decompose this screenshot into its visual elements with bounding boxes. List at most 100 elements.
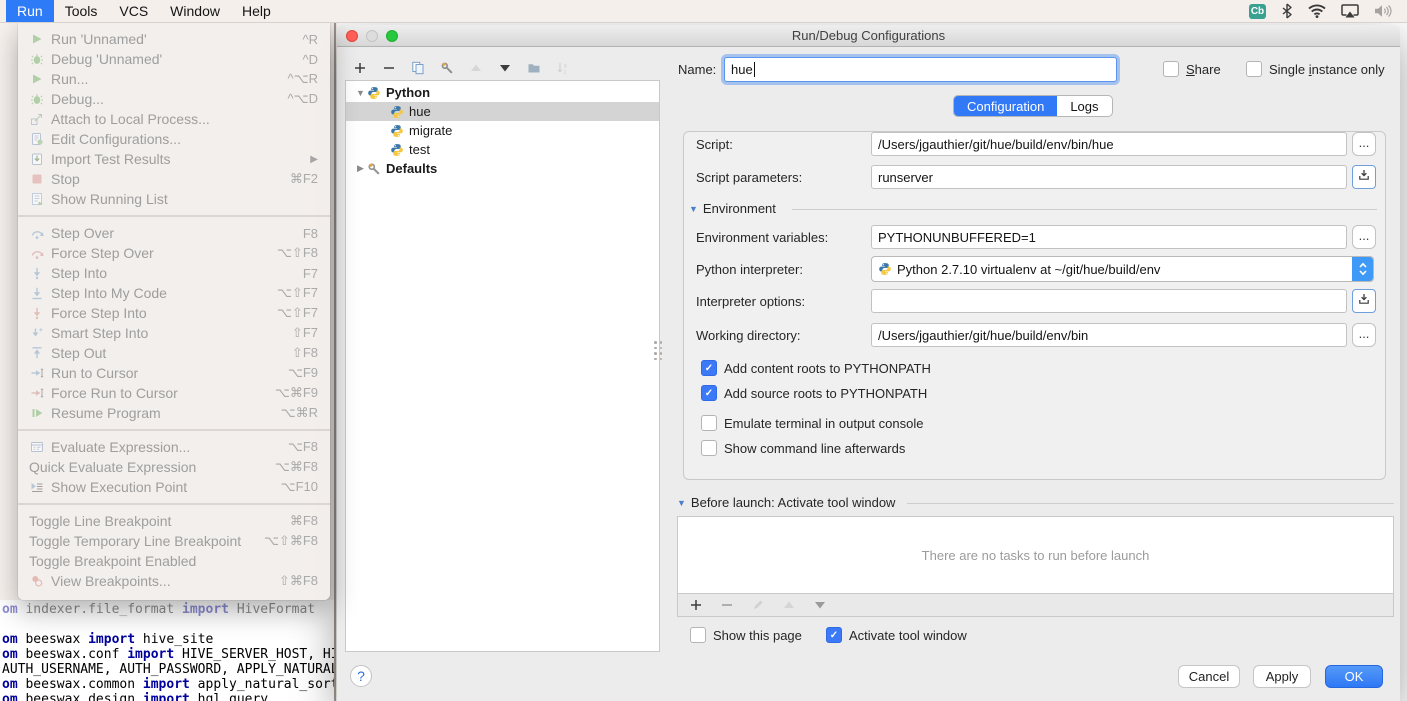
environment-variables-browse-button[interactable]: ... xyxy=(1352,225,1376,249)
collapse-triangle-icon: ▼ xyxy=(677,498,686,508)
menu-item-step-into-my-code[interactable]: Step Into My Code⌥⇧F7 xyxy=(18,283,330,303)
copy-icon[interactable] xyxy=(409,59,427,77)
share-checkbox[interactable] xyxy=(1163,61,1179,77)
volume-icon[interactable] xyxy=(1374,4,1393,18)
menubar-item-run[interactable]: Run xyxy=(6,0,54,22)
menu-item-debug-unnamed[interactable]: Debug 'Unnamed'^D xyxy=(18,49,330,69)
activate-tool-window-row: Activate tool window xyxy=(826,627,967,643)
splitter-handle[interactable] xyxy=(654,341,662,360)
menubar-item-window[interactable]: Window xyxy=(159,0,231,22)
remove-icon[interactable] xyxy=(718,596,736,614)
menu-item-run[interactable]: Run...^⌥R xyxy=(18,69,330,89)
menu-item-step-over[interactable]: Step OverF8 xyxy=(18,223,330,243)
menu-item-force-step-into[interactable]: Force Step Into⌥⇧F7 xyxy=(18,303,330,323)
editor-code[interactable]: om indexer.file_format import HiveFormat… xyxy=(0,600,334,701)
submenu-arrow-icon: ▶ xyxy=(310,154,318,165)
chevron-down-icon[interactable]: ▼ xyxy=(354,88,367,98)
menu-item-step-into[interactable]: Step IntoF7 xyxy=(18,263,330,283)
edit-pencil-icon[interactable] xyxy=(749,596,767,614)
menu-separator xyxy=(18,215,330,217)
menubar-item-help[interactable]: Help xyxy=(231,0,282,22)
close-window-icon[interactable] xyxy=(346,30,358,42)
folder-icon[interactable] xyxy=(525,59,543,77)
script-input[interactable]: /Users/jgauthier/git/hue/build/env/bin/h… xyxy=(871,132,1347,156)
script-parameters-expand-button[interactable] xyxy=(1352,165,1376,189)
add-icon[interactable] xyxy=(351,59,369,77)
cancel-button[interactable]: Cancel xyxy=(1178,665,1240,688)
ok-button[interactable]: OK xyxy=(1325,665,1383,688)
add-source-roots-checkbox[interactable] xyxy=(701,385,717,401)
menu-item-attach-to-local-process[interactable]: Attach to Local Process... xyxy=(18,109,330,129)
airplay-icon[interactable] xyxy=(1341,4,1359,19)
interpreter-options-input[interactable] xyxy=(871,289,1347,313)
environment-section-header[interactable]: ▼ Environment xyxy=(689,201,776,216)
menu-item-debug[interactable]: Debug...^⌥D xyxy=(18,89,330,109)
move-down-icon[interactable] xyxy=(496,59,514,77)
tree-item-python[interactable]: ▼Python xyxy=(346,83,659,102)
sort-alpha-icon[interactable]: az xyxy=(554,59,572,77)
working-directory-browse-button[interactable]: ... xyxy=(1352,323,1376,347)
tab-configuration[interactable]: Configuration xyxy=(954,96,1057,116)
help-button[interactable]: ? xyxy=(350,665,372,687)
dialog-title-bar[interactable]: Run/Debug Configurations xyxy=(337,25,1400,47)
move-up-icon[interactable] xyxy=(467,59,485,77)
menu-item-resume-program[interactable]: Resume Program⌥⌘R xyxy=(18,403,330,423)
menu-item-edit-configurations[interactable]: Edit Configurations... xyxy=(18,129,330,149)
section-divider xyxy=(907,503,1394,504)
menubar-item-vcs[interactable]: VCS xyxy=(108,0,159,22)
tree-item-test[interactable]: test xyxy=(346,140,659,159)
dropdown-stepper-icon[interactable] xyxy=(1352,257,1373,281)
before-launch-task-list[interactable]: There are no tasks to run before launch xyxy=(677,516,1394,594)
single-instance-checkbox[interactable] xyxy=(1246,61,1262,77)
menubar-item-tools[interactable]: Tools xyxy=(54,0,109,22)
move-down-icon[interactable] xyxy=(811,596,829,614)
menu-item-evaluate-expression[interactable]: Evaluate Expression...⌥F8 xyxy=(18,437,330,457)
show-command-line-checkbox[interactable] xyxy=(701,440,717,456)
menu-item-toggle-temporary-line-breakpoint[interactable]: Toggle Temporary Line Breakpoint⌥⇧⌘F8 xyxy=(18,531,330,551)
tree-item-defaults[interactable]: ▶Defaults xyxy=(346,159,659,178)
menu-item-run-to-cursor[interactable]: Run to Cursor⌥F9 xyxy=(18,363,330,383)
menu-item-import-test-results[interactable]: Import Test Results▶ xyxy=(18,149,330,169)
add-icon[interactable] xyxy=(687,596,705,614)
menu-item-step-out[interactable]: Step Out⇧F8 xyxy=(18,343,330,363)
python-icon xyxy=(390,105,405,119)
python-icon xyxy=(367,86,382,100)
show-this-page-checkbox[interactable] xyxy=(690,627,706,643)
menu-item-stop[interactable]: Stop⌘F2 xyxy=(18,169,330,189)
edit-defaults-wrench-icon[interactable] xyxy=(438,59,456,77)
menu-item-run-unnamed[interactable]: Run 'Unnamed'^R xyxy=(18,29,330,49)
colorsnapper-tray-icon[interactable]: Cb xyxy=(1249,4,1266,19)
menu-item-force-run-to-cursor[interactable]: Force Run to Cursor⌥⌘F9 xyxy=(18,383,330,403)
working-directory-input[interactable]: /Users/jgauthier/git/hue/build/env/bin xyxy=(871,323,1347,347)
add-content-roots-label: Add content roots to PYTHONPATH xyxy=(724,361,931,376)
activate-tool-window-checkbox[interactable] xyxy=(826,627,842,643)
remove-icon[interactable] xyxy=(380,59,398,77)
tree-item-hue[interactable]: hue xyxy=(346,102,659,121)
menu-item-toggle-breakpoint-enabled[interactable]: Toggle Breakpoint Enabled xyxy=(18,551,330,571)
before-launch-header[interactable]: ▼ Before launch: Activate tool window xyxy=(677,495,895,510)
chevron-right-icon[interactable]: ▶ xyxy=(354,163,367,174)
menu-item-smart-step-into[interactable]: Smart Step Into⇧F7 xyxy=(18,323,330,343)
wifi-icon[interactable] xyxy=(1308,4,1326,18)
python-interpreter-select[interactable]: Python 2.7.10 virtualenv at ~/git/hue/bu… xyxy=(871,256,1374,282)
menu-item-quick-evaluate-expression[interactable]: Quick Evaluate Expression⌥⌘F8 xyxy=(18,457,330,477)
script-parameters-input[interactable]: runserver xyxy=(871,165,1347,189)
menu-item-show-execution-point[interactable]: Show Execution Point⌥F10 xyxy=(18,477,330,497)
add-content-roots-checkbox[interactable] xyxy=(701,360,717,376)
menu-item-force-step-over[interactable]: Force Step Over⌥⇧F8 xyxy=(18,243,330,263)
emulate-terminal-checkbox[interactable] xyxy=(701,415,717,431)
menu-item-view-breakpoints[interactable]: View Breakpoints...⇧⌘F8 xyxy=(18,571,330,591)
interpreter-options-expand-button[interactable] xyxy=(1352,289,1376,313)
tab-logs[interactable]: Logs xyxy=(1057,96,1111,116)
move-up-icon[interactable] xyxy=(780,596,798,614)
script-browse-button[interactable]: ... xyxy=(1352,132,1376,156)
zoom-window-icon[interactable] xyxy=(386,30,398,42)
share-label: Share xyxy=(1186,62,1221,77)
name-input[interactable]: hue xyxy=(724,57,1117,82)
menu-item-toggle-line-breakpoint[interactable]: Toggle Line Breakpoint⌘F8 xyxy=(18,511,330,531)
tree-item-migrate[interactable]: migrate xyxy=(346,121,659,140)
bluetooth-icon[interactable] xyxy=(1281,3,1293,19)
menu-item-show-running-list[interactable]: Show Running List xyxy=(18,189,330,209)
apply-button[interactable]: Apply xyxy=(1253,665,1311,688)
environment-variables-input[interactable]: PYTHONUNBUFFERED=1 xyxy=(871,225,1347,249)
